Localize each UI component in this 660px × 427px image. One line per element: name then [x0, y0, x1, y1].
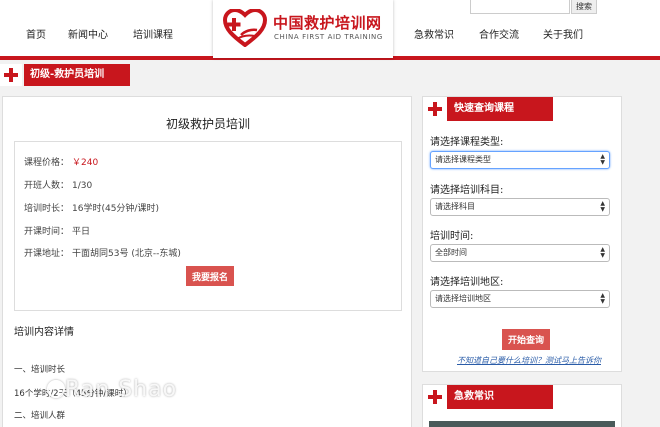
watermark-text: Ran Shao: [65, 377, 178, 402]
select-value: 全部时间: [435, 248, 467, 257]
time-select[interactable]: 全部时间 ▲ ▼: [430, 244, 610, 262]
detail-heading: 培训内容详情: [14, 327, 74, 338]
info-enrollment: 开班人数： 1/30: [24, 178, 92, 191]
info-value: 平日: [72, 227, 91, 237]
info-label: 课程价格：: [24, 158, 70, 168]
logo-text-en: CHINA FIRST AID TRAINING: [274, 33, 383, 41]
nav-home[interactable]: 首页: [26, 26, 46, 41]
subject-select[interactable]: 请选择科目 ▲ ▼: [430, 198, 610, 216]
watermark-icon: [47, 380, 65, 398]
nav-cooperation[interactable]: 合作交流: [479, 26, 519, 41]
info-label: 培训时长：: [24, 204, 70, 214]
detail-line: 二、培训人群: [14, 411, 66, 421]
quiz-link[interactable]: 不知道自己要什么培训？测试马上告诉你: [457, 355, 601, 366]
info-schedule: 开课时间： 平日: [24, 224, 90, 237]
info-address: 开课地址： 干面胡同53号 (北京--东城): [24, 246, 181, 259]
search-button[interactable]: 搜索: [571, 0, 597, 14]
info-value: 干面胡同53号 (北京--东城): [72, 249, 181, 259]
select-value: 请选择培训地区: [435, 294, 491, 303]
info-value: 16学时(45分钟/课时): [72, 204, 159, 214]
first-aid-image[interactable]: [429, 421, 615, 427]
info-price: 课程价格： ￥240: [24, 155, 98, 168]
info-label: 开班人数：: [24, 181, 70, 191]
nav-courses[interactable]: 培训课程: [133, 26, 173, 41]
time-label: 培训时间:: [430, 231, 474, 242]
quick-search-panel: 快速查询课程 请选择课程类型: 请选择课程类型 ▲ ▼ 请选择培训科目: 请选择科…: [422, 96, 622, 372]
logo-text-cn: 中国救护培训网: [273, 14, 382, 32]
select-arrows-icon: ▲ ▼: [600, 292, 605, 305]
select-value: 请选择课程类型: [435, 155, 491, 164]
red-cross-icon: [424, 386, 446, 408]
first-aid-title: 急救常识: [447, 385, 553, 409]
select-value: 请选择科目: [435, 202, 475, 211]
detail-line: 一、培训时长: [14, 365, 66, 375]
nav-news[interactable]: 新闻中心: [68, 26, 108, 41]
price-value: ￥240: [72, 158, 99, 168]
red-cross-icon: [0, 64, 22, 86]
select-arrows-icon: ▲ ▼: [600, 200, 605, 213]
apply-button[interactable]: 我要报名: [186, 266, 234, 286]
page-title-band: 初级-救护员培训: [0, 64, 660, 88]
info-label: 开课地址：: [24, 249, 70, 259]
nav-about[interactable]: 关于我们: [543, 26, 583, 41]
info-duration: 培训时长： 16学时(45分钟/课时): [24, 201, 159, 214]
region-select[interactable]: 请选择培训地区 ▲ ▼: [430, 290, 610, 308]
course-title: 初级救护员培训: [165, 117, 250, 131]
info-label: 开课时间：: [24, 227, 70, 237]
course-type-label: 请选择课程类型:: [430, 137, 504, 148]
heart-cross-logo-icon: [223, 9, 267, 47]
start-query-button[interactable]: 开始查询: [502, 329, 550, 350]
search-input[interactable]: [470, 0, 570, 14]
course-info-box: 课程价格： ￥240 开班人数： 1/30 培训时长： 16学时(45分钟/课时) 开…: [14, 141, 402, 311]
first-aid-panel: 急救常识: [422, 384, 622, 427]
region-label: 请选择培训地区:: [430, 277, 504, 288]
red-cross-icon: [424, 98, 446, 120]
subject-label: 请选择培训科目:: [430, 185, 504, 196]
select-arrows-icon: ▲ ▼: [600, 246, 605, 259]
info-value: 1/30: [72, 181, 93, 191]
select-arrows-icon: ▲ ▼: [600, 153, 605, 166]
site-header: 首页 新闻中心 培训课程 中国救护培训网 CHINA FIRST AID TRA…: [0, 0, 660, 60]
site-logo[interactable]: 中国救护培训网 CHINA FIRST AID TRAINING: [213, 0, 393, 58]
course-detail-panel: 初级救护员培训 课程价格： ￥240 开班人数： 1/30 培训时长： 16学时(45…: [2, 96, 412, 427]
course-type-select[interactable]: 请选择课程类型 ▲ ▼: [430, 151, 610, 169]
page-title: 初级-救护员培训: [24, 64, 130, 86]
nav-first-aid[interactable]: 急救常识: [414, 26, 454, 41]
quick-search-title: 快速查询课程: [447, 97, 553, 121]
